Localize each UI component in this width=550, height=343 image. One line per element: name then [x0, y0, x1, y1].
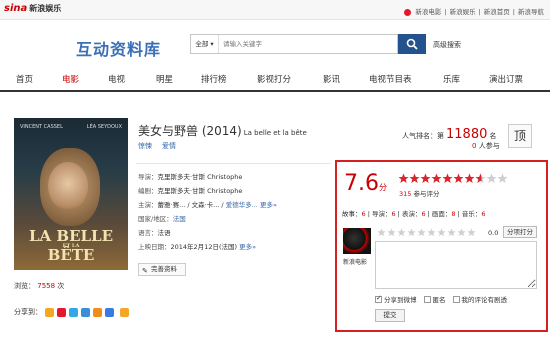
nav-news[interactable]: 影讯 — [323, 73, 340, 85]
input-rating-stars[interactable] — [377, 228, 477, 237]
language-row: 语言：法语 — [138, 229, 171, 237]
star-icon — [486, 173, 497, 183]
nav-tickets[interactable]: 演出订票 — [489, 73, 523, 85]
nav-rating[interactable]: 影视打分 — [257, 73, 291, 85]
star-icon — [409, 173, 420, 183]
score: 7.6分 — [344, 171, 387, 196]
participants: 0 人参与 — [472, 142, 500, 150]
edit-info-button[interactable]: ✎ 完善资料 — [138, 263, 186, 276]
share-icon-1[interactable] — [45, 307, 54, 317]
rating-count: 315 参与评分 — [399, 190, 440, 198]
comment-textarea[interactable] — [375, 241, 537, 289]
genre-tags: 惊悚 爱情 — [138, 141, 186, 151]
avatar — [343, 228, 371, 254]
empty-star-icon[interactable] — [467, 228, 476, 237]
search-scope-select[interactable]: 全部 ▾ — [191, 35, 219, 53]
share-qq-icon[interactable] — [69, 307, 78, 317]
nav-music[interactable]: 乐库 — [443, 73, 460, 85]
genre-tag[interactable]: 惊悚 — [138, 142, 152, 150]
date-more-link[interactable]: 更多» — [239, 243, 256, 251]
sub-scores: 故事：6 | 导演：6 | 表演：6 | 画面：8 | 音乐：6 — [342, 210, 486, 218]
rating-stars — [398, 173, 508, 184]
empty-star-icon[interactable] — [447, 228, 456, 237]
nav-movie[interactable]: 电影 — [62, 73, 79, 85]
search-box: 全部 ▾ — [190, 34, 398, 54]
cast-actor-link[interactable]: 爱德华多... — [226, 201, 258, 209]
movie-poster[interactable]: VINCENT CASSEL LÉA SEYDOUX LA BELLE ET LA B… — [14, 118, 128, 270]
nav-charts[interactable]: 排行榜 — [201, 73, 227, 85]
director-link[interactable]: 克里斯多夫·甘斯 Christophe — [158, 173, 243, 181]
movie-title: 美女与野兽 (2014) La belle et la bête — [138, 124, 307, 138]
sina-logo[interactable]: sina 新浪娱乐 — [4, 3, 61, 14]
empty-star-icon[interactable] — [397, 228, 406, 237]
divider — [136, 163, 331, 164]
pencil-icon: ✎ — [142, 267, 148, 275]
toplink-movie[interactable]: 新浪电影 — [415, 8, 441, 16]
view-count: 浏览： 7558 次 — [14, 282, 65, 290]
nav-tv-guide[interactable]: 电视节目表 — [369, 73, 412, 85]
star-icon — [420, 173, 431, 183]
share-icon-6[interactable] — [105, 307, 114, 317]
ding-button[interactable]: 顶 — [508, 124, 532, 148]
nav-tv[interactable]: 电视 — [108, 73, 125, 85]
share-icon-4[interactable] — [81, 307, 90, 317]
spoiler-checkbox[interactable] — [452, 295, 460, 303]
search-icon — [406, 38, 418, 50]
share-bar: 分享到： — [14, 307, 129, 317]
comment-options: 分享到微博 匿名 我的评论有剧透 — [375, 294, 514, 304]
input-score: 0.0 — [488, 229, 499, 237]
genre-tag[interactable]: 爱情 — [162, 142, 176, 150]
share-weibo-icon[interactable] — [57, 307, 66, 317]
top-links: 新浪电影 | 新浪娱乐 | 新浪首页 | 新浪导航 — [401, 6, 544, 16]
submit-button[interactable]: 提交 — [375, 309, 405, 322]
writer-link[interactable]: 克里斯多夫·甘斯 Christophe — [158, 187, 243, 195]
weibo-icon — [404, 8, 412, 16]
advanced-search-link[interactable]: 高级搜索 — [433, 40, 461, 50]
star-icon — [475, 173, 486, 183]
director-row: 导演：克里斯多夫·甘斯 Christophe — [138, 173, 243, 181]
empty-star-icon[interactable] — [387, 228, 396, 237]
share-weibo-checkbox[interactable] — [375, 294, 382, 303]
star-icon — [464, 173, 475, 183]
popularity-rank: 人气排名：第 11880 名 — [402, 127, 497, 142]
detailed-rating-button[interactable]: 分项打分 — [503, 226, 537, 238]
toplink-nav[interactable]: 新浪导航 — [518, 8, 544, 16]
star-icon — [398, 173, 409, 183]
toplink-ent[interactable]: 新浪娱乐 — [450, 8, 476, 16]
anonymous-checkbox[interactable] — [423, 295, 431, 303]
star-icon — [431, 173, 442, 183]
share-more-icon[interactable] — [120, 307, 129, 317]
share-icon-5[interactable] — [93, 307, 102, 317]
empty-star-icon[interactable] — [377, 228, 386, 237]
search-input[interactable] — [223, 35, 393, 53]
empty-star-icon[interactable] — [407, 228, 416, 237]
star-icon — [442, 173, 453, 183]
database-brand: 互动资料库 — [76, 40, 162, 59]
country-row: 国家/地区：法国 — [138, 215, 186, 223]
toplink-home[interactable]: 新浪首页 — [484, 8, 510, 16]
user-name: 新浪电影 — [343, 259, 368, 266]
nav-stars[interactable]: 明星 — [156, 73, 173, 85]
nav-home[interactable]: 首页 — [16, 73, 33, 85]
star-icon — [497, 173, 508, 183]
star-icon — [453, 173, 464, 183]
country-link[interactable]: 法国 — [173, 215, 186, 223]
empty-star-icon[interactable] — [437, 228, 446, 237]
search-button[interactable] — [398, 34, 426, 54]
writer-row: 编剧：克里斯多夫·甘斯 Christophe — [138, 187, 243, 195]
release-date-row: 上映日期：2014年2月12日(法国) 更多» — [138, 243, 257, 251]
main-nav: 首页 电影 电视 明星 排行榜 影视打分 影讯 电视节目表 乐库 演出订票 — [0, 64, 550, 92]
empty-star-icon[interactable] — [457, 228, 466, 237]
empty-star-icon[interactable] — [427, 228, 436, 237]
cast-row: 主演：蕾雅·赛... / 文森·卡... / 爱德华多... 更多» — [138, 201, 277, 209]
cast-more-link[interactable]: 更多» — [260, 201, 277, 209]
empty-star-icon[interactable] — [417, 228, 426, 237]
